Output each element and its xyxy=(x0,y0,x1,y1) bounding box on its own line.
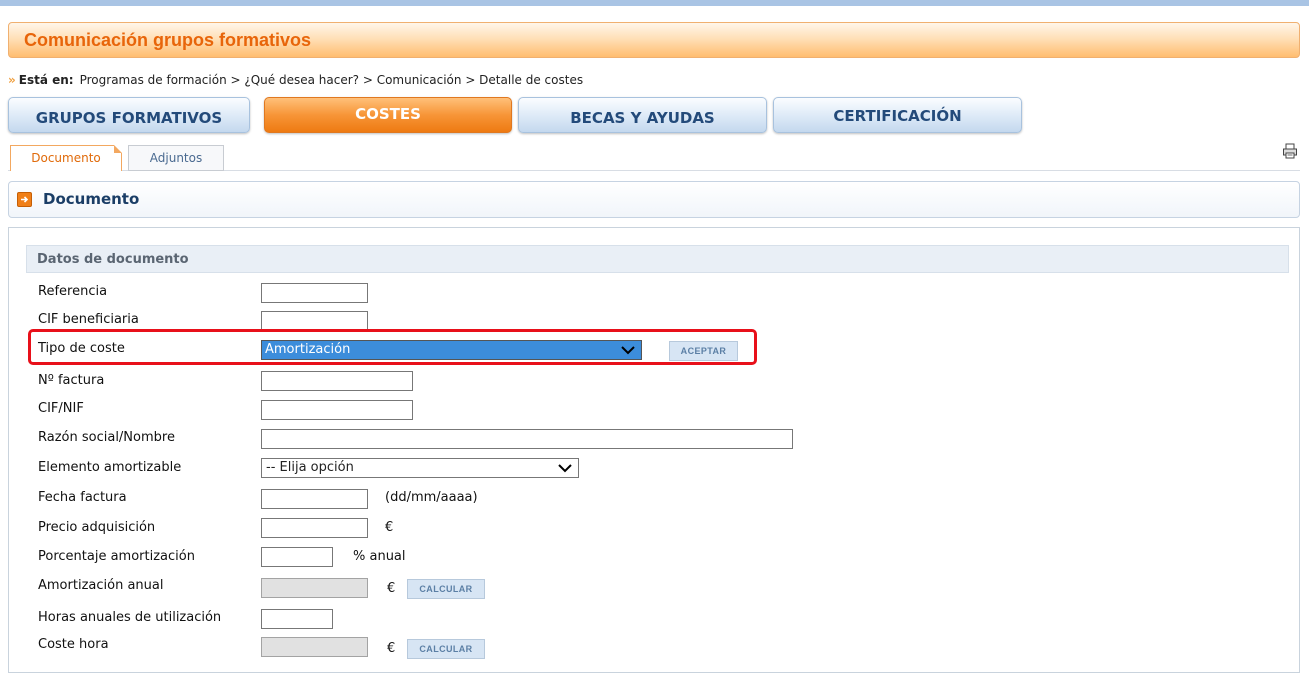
tab-grupos-formativos[interactable]: GRUPOS FORMATIVOS xyxy=(8,97,250,133)
tab-label: GRUPOS FORMATIVOS xyxy=(35,109,223,127)
porcentaje-amortizacion-input[interactable] xyxy=(261,547,333,567)
subtab-adjuntos[interactable]: Adjuntos xyxy=(128,145,224,171)
amortizacion-anual-input xyxy=(261,578,368,598)
tab-becas-y-ayudas[interactable]: BECAS Y AYUDAS xyxy=(518,97,767,133)
cif-beneficiaria-label: CIF beneficiaria xyxy=(38,312,139,327)
section-header: Datos de documento xyxy=(26,245,1289,273)
section-title: Datos de documento xyxy=(37,252,189,267)
subtab-label: Adjuntos xyxy=(149,151,203,165)
precio-adquisicion-input[interactable] xyxy=(261,518,368,538)
coste-hora-input xyxy=(261,637,368,657)
printer-icon[interactable] xyxy=(1282,143,1298,159)
tab-certificacion[interactable]: CERTIFICACIÓN xyxy=(773,97,1022,133)
referencia-label: Referencia xyxy=(38,284,108,299)
fecha-format-hint: (dd/mm/aaaa) xyxy=(385,490,478,505)
cif-beneficiaria-input[interactable] xyxy=(261,311,368,331)
porcentaje-amortizacion-label: Porcentaje amortización xyxy=(38,549,195,564)
double-chevron-right-icon: » xyxy=(8,73,16,87)
tab-costes[interactable]: COSTES xyxy=(264,97,512,133)
highlight-annotation xyxy=(28,329,757,365)
document-form: Datos de documento Referencia CIF benefi… xyxy=(8,227,1300,673)
referencia-input[interactable] xyxy=(261,283,368,303)
tab-fold xyxy=(114,145,122,153)
precio-adquisicion-label: Precio adquisición xyxy=(38,520,156,535)
panel-title: Documento xyxy=(43,190,140,208)
n-factura-label: Nº factura xyxy=(38,373,105,388)
elemento-amortizable-label: Elemento amortizable xyxy=(38,460,182,475)
elemento-amortizable-selected: -- Elija opción xyxy=(266,460,354,475)
subtab-documento[interactable]: Documento xyxy=(10,145,122,171)
coste-hora-unit: € xyxy=(387,641,396,656)
tab-label: CERTIFICACIÓN xyxy=(833,107,962,125)
razon-social-input[interactable] xyxy=(261,429,793,449)
cif-nif-input[interactable] xyxy=(261,400,413,420)
cif-nif-label: CIF/NIF xyxy=(38,401,84,416)
calcular-coste-hora-button[interactable]: CALCULAR xyxy=(407,639,485,659)
breadcrumb-path[interactable]: Programas de formación > ¿Qué desea hace… xyxy=(80,73,583,87)
coste-hora-label: Coste hora xyxy=(38,637,109,652)
calcular-amortizacion-button[interactable]: CALCULAR xyxy=(407,579,485,599)
app-title: Comunicación grupos formativos xyxy=(24,30,312,50)
app-title-bar: Comunicación grupos formativos xyxy=(8,22,1300,58)
tab-label: BECAS Y AYUDAS xyxy=(570,109,715,127)
tab-label: COSTES xyxy=(355,105,421,123)
fecha-factura-input[interactable] xyxy=(261,489,368,509)
chevron-down-icon xyxy=(558,464,572,473)
top-strip xyxy=(0,0,1309,6)
n-factura-input[interactable] xyxy=(261,371,413,391)
porcentaje-unit: % anual xyxy=(353,549,406,564)
breadcrumb: » Está en: Programas de formación > ¿Qué d… xyxy=(8,73,583,87)
amortizacion-anual-label: Amortización anual xyxy=(38,578,164,593)
fecha-factura-label: Fecha factura xyxy=(38,490,127,505)
horas-anuales-input[interactable] xyxy=(261,609,333,629)
panel-header: Documento xyxy=(8,181,1300,218)
horas-anuales-label: Horas anuales de utilización xyxy=(38,610,222,625)
elemento-amortizable-select[interactable]: -- Elija opción xyxy=(261,458,579,478)
precio-unit: € xyxy=(385,520,394,535)
subtab-label: Documento xyxy=(31,151,101,165)
razon-social-label: Razón social/Nombre xyxy=(38,430,175,445)
breadcrumb-lead: Está en: xyxy=(18,73,74,87)
amortizacion-anual-unit: € xyxy=(387,581,396,596)
arrow-right-box-icon xyxy=(17,192,32,207)
